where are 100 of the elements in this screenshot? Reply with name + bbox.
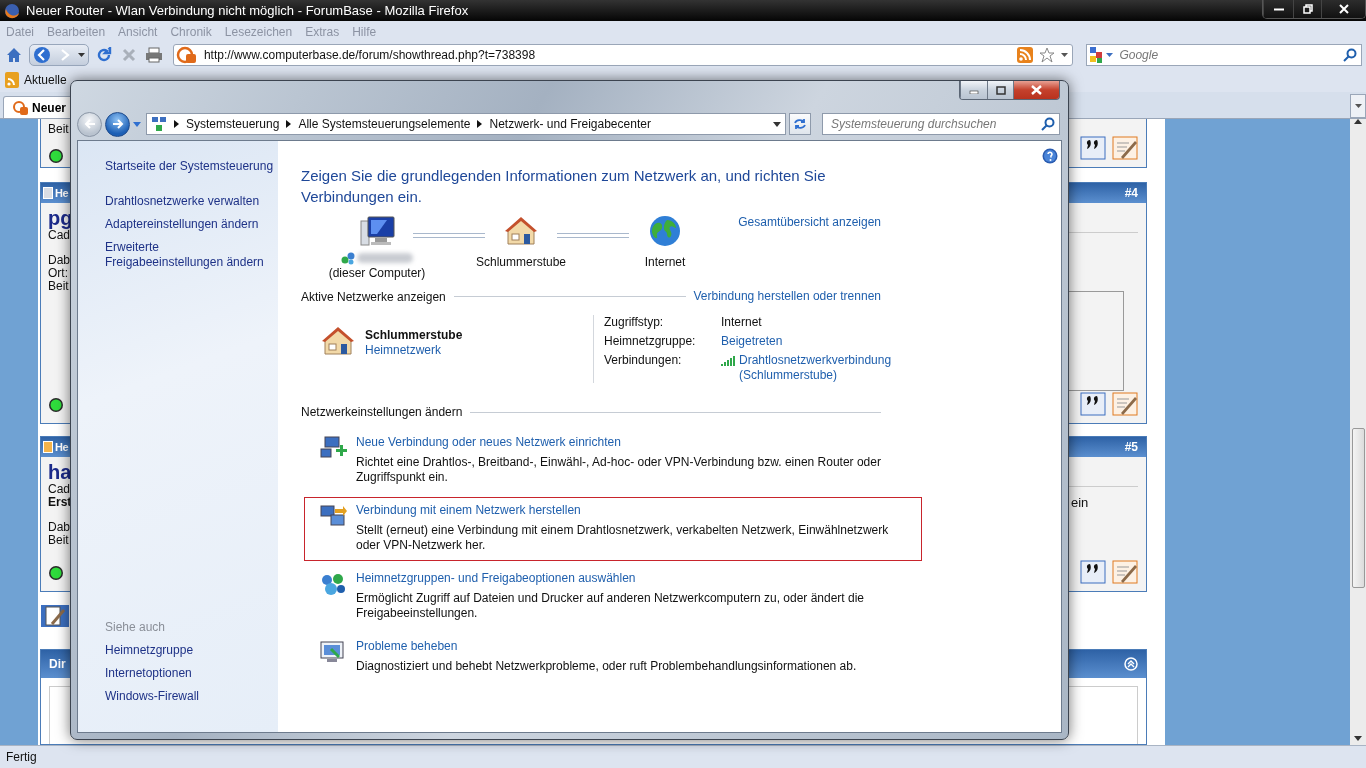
help-icon bbox=[1042, 148, 1058, 164]
task-description: Diagnostiziert und behebt Netzwerkprobleme, oder ruft Problembehandlungsinformationen ab. bbox=[356, 659, 858, 674]
quote-icon bbox=[1080, 135, 1106, 161]
network-connect-icon bbox=[319, 503, 347, 529]
task-item[interactable]: Probleme beheben Diagnostiziert und behebt Netzwerkprobleme, oder ruft Problembehandlungsinformationen ab. bbox=[304, 633, 922, 697]
minimize-button[interactable] bbox=[960, 81, 987, 99]
restore-button[interactable] bbox=[1293, 0, 1321, 18]
connect-disconnect-link[interactable]: Verbindung herstellen oder trennen bbox=[693, 289, 881, 304]
post-author-label: He bbox=[55, 187, 69, 199]
post-info-text: Beit bbox=[48, 123, 69, 136]
task-description: Ermöglicht Zugriff auf Dateien und Drucker auf anderen Netzwerkcomputern zu, oder ändert die Freigabeeinstellungen. bbox=[356, 591, 866, 621]
see-also-link[interactable]: Heimnetzgruppe bbox=[105, 643, 277, 658]
post-info-text: Dab bbox=[48, 521, 71, 534]
edit-icon bbox=[1112, 391, 1138, 417]
search-field[interactable]: Systemsteuerung durchsuchen bbox=[822, 113, 1060, 135]
signal-icon bbox=[721, 356, 735, 366]
task-item[interactable]: Heimnetzgruppen- und Freigabeoptionen auswählen Ermöglicht Zugriff auf Dateien und Drucker auf anderen Netzwerkcomputern zu, oder ändert die Freigabeeinstellungen. bbox=[304, 565, 922, 629]
site-icon bbox=[12, 99, 28, 116]
breadcrumb-item[interactable]: Systemsteuerung bbox=[186, 117, 280, 131]
chevron-right-icon bbox=[477, 120, 483, 128]
forward-button[interactable] bbox=[105, 111, 130, 137]
task-item[interactable]: Verbindung mit einem Netzwerk herstellen Stellt (erneut) eine Verbindung mit einem Drahtlosnetzwerk, verkabelten Netzwerk, Einwählnetzwerk oder VPN-Netzwerk her. bbox=[304, 497, 922, 561]
address-field[interactable]: http://www.computerbase.de/forum/showthread.php?t=738398 bbox=[172, 44, 1074, 66]
network-setup-icon bbox=[319, 435, 347, 461]
task-description: Richtet eine Drahtlos-, Breitband-, Einwähl-, Ad-hoc- oder VPN-Verbindung bzw. einen Router oder Zugriffspunkt ein. bbox=[356, 455, 882, 485]
close-button[interactable] bbox=[1321, 0, 1365, 18]
post-info-text: Cad bbox=[48, 483, 71, 496]
search-field[interactable]: Google bbox=[1086, 44, 1362, 66]
post-info-text: Dab bbox=[48, 254, 71, 267]
network-icon bbox=[341, 251, 355, 265]
close-icon bbox=[1338, 4, 1349, 14]
scroll-down-icon bbox=[1354, 736, 1362, 741]
post-info-text: Ort: bbox=[48, 267, 69, 280]
caret-icon bbox=[1061, 53, 1069, 57]
property-label: Heimnetzgruppe: bbox=[604, 334, 697, 349]
house-icon bbox=[321, 325, 355, 357]
property-label: Zugriffstyp: bbox=[604, 315, 665, 330]
node-label: Internet bbox=[644, 255, 686, 270]
connection-link[interactable]: Drahtlosnetzwerkverbindung (Schlummerstube) bbox=[739, 353, 892, 383]
address-bar[interactable]: Systemsteuerung Alle Systemsteuerungselemente Netzwerk- und Freigabecenter bbox=[146, 113, 786, 135]
minimize-button[interactable] bbox=[1263, 0, 1293, 18]
restore-icon bbox=[1302, 4, 1313, 14]
task-link[interactable]: Drahtlosnetzwerke verwalten bbox=[105, 194, 277, 209]
back-icon bbox=[32, 46, 51, 64]
section-title: Dir bbox=[49, 657, 66, 671]
task-title-link[interactable]: Probleme beheben bbox=[356, 639, 891, 654]
breadcrumb-item[interactable]: Alle Systemsteuerungselemente bbox=[298, 117, 471, 131]
forward-icon bbox=[111, 118, 124, 130]
see-also-link[interactable]: Windows-Firewall bbox=[105, 689, 277, 704]
see-also-link[interactable]: Internetoptionen bbox=[105, 666, 277, 681]
post-text: ein bbox=[1071, 495, 1090, 510]
control-panel-icon bbox=[151, 116, 167, 132]
caret-icon bbox=[78, 53, 86, 57]
maximize-button[interactable] bbox=[987, 81, 1013, 99]
status-dot-icon bbox=[48, 148, 64, 164]
print-button[interactable] bbox=[143, 44, 164, 66]
task-link[interactable]: Adaptereinstellungen ändern bbox=[105, 217, 277, 232]
property-label: Verbindungen: bbox=[604, 353, 683, 369]
caret-icon bbox=[773, 121, 781, 127]
task-link[interactable]: Erweiterte Freigabeeinstellungen ändern bbox=[105, 240, 277, 270]
house-icon bbox=[504, 215, 538, 247]
task-item[interactable]: Neue Verbindung oder neues Netzwerk einrichten Richtet eine Drahtlos-, Breitband-, Einwähl-, Ad-hoc- oder VPN-Verbindung bzw. einen Router oder Zugriffspunkt ein. bbox=[304, 429, 922, 493]
search-icon bbox=[1041, 117, 1055, 131]
breadcrumb-item[interactable]: Netzwerk- und Freigabecenter bbox=[489, 117, 651, 131]
collapse-icon bbox=[1124, 657, 1138, 671]
scrollbar-thumb[interactable] bbox=[1351, 428, 1365, 588]
globe-icon bbox=[649, 215, 681, 247]
tab-list-button[interactable] bbox=[1350, 94, 1366, 118]
task-title-link[interactable]: Heimnetzgruppen- und Freigabeoptionen auswählen bbox=[356, 571, 891, 586]
task-link[interactable]: Startseite der Systemsteuerung bbox=[105, 159, 277, 174]
post-author-label: He bbox=[55, 441, 69, 453]
close-icon bbox=[1031, 85, 1042, 95]
post-info-text: Beit bbox=[48, 534, 70, 547]
full-map-link[interactable]: Gesamtübersicht anzeigen bbox=[738, 215, 881, 230]
post-info-text: Beit bbox=[48, 280, 70, 293]
bookmark-item[interactable]: Aktuelle bbox=[24, 73, 67, 87]
search-engine-icon bbox=[1089, 46, 1116, 64]
task-title-link[interactable]: Verbindung mit einem Netzwerk herstellen bbox=[356, 503, 891, 518]
network-type-link[interactable]: Heimnetzwerk bbox=[365, 343, 463, 358]
refresh-button[interactable] bbox=[789, 113, 811, 135]
maximize-icon bbox=[995, 85, 1006, 95]
blurred-name bbox=[357, 253, 413, 263]
edit-icon bbox=[1112, 135, 1138, 161]
task-title-link[interactable]: Neue Verbindung oder neues Netzwerk einrichten bbox=[356, 435, 891, 450]
status-dot-icon bbox=[48, 565, 64, 581]
see-also-title: Siehe auch bbox=[105, 620, 167, 635]
section-title: Netzwerkeinstellungen ändern bbox=[301, 405, 463, 419]
status-text: Fertig bbox=[6, 750, 37, 764]
post-info-text: Erst bbox=[48, 496, 72, 509]
troubleshoot-icon bbox=[319, 639, 347, 665]
caret-icon bbox=[1354, 104, 1362, 108]
caret-icon bbox=[133, 121, 141, 127]
home-icon bbox=[6, 47, 22, 63]
star-icon bbox=[1039, 47, 1056, 63]
status-dot-icon bbox=[48, 397, 64, 413]
connection-line bbox=[557, 233, 629, 238]
refresh-icon bbox=[793, 118, 807, 130]
property-link[interactable]: Beigetreten bbox=[721, 334, 783, 349]
post-author-name[interactable]: ha bbox=[48, 461, 72, 483]
computer-icon bbox=[359, 215, 395, 249]
